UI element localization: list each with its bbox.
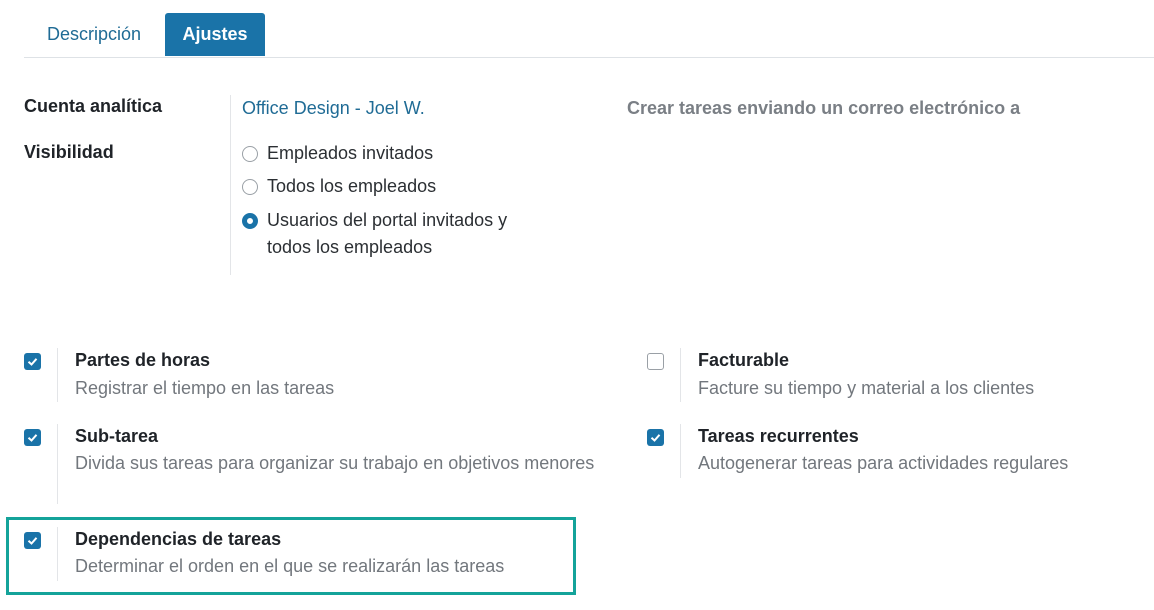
checkbox-partes-de-horas[interactable]	[24, 353, 41, 370]
feature-separator	[57, 424, 58, 504]
field-separator	[230, 95, 231, 275]
checkbox-sub-tarea[interactable]	[24, 429, 41, 446]
feature-title: Facturable	[698, 350, 790, 370]
check-icon	[27, 434, 38, 442]
feature-title: Partes de horas	[75, 350, 211, 370]
radio-label-line2: todos los empleados	[267, 237, 433, 257]
feature-separator	[57, 348, 58, 402]
radio-label: Empleados invitados	[267, 143, 434, 163]
radio-button[interactable]	[242, 179, 258, 195]
check-icon	[27, 537, 38, 545]
feature-title: Tareas recurrentes	[698, 426, 859, 446]
feature-description: Determinar el orden en el que se realiza…	[75, 556, 505, 576]
checkbox-tareas-recurrentes[interactable]	[647, 429, 664, 446]
radio-button[interactable]	[242, 146, 258, 162]
radio-label: Todos los empleados	[267, 176, 437, 196]
feature-description: Facture su tiempo y material a los clien…	[698, 378, 1035, 398]
feature-separator	[57, 527, 58, 581]
check-icon	[650, 434, 661, 442]
tab-ajustes[interactable]: Ajustes	[165, 13, 265, 56]
feature-description: Autogenerar tareas para actividades regu…	[698, 453, 1069, 473]
feature-title: Dependencias de tareas	[75, 529, 282, 549]
feature-title: Sub-tarea	[75, 426, 159, 446]
analytic-account-link[interactable]: Office Design - Joel W.	[242, 98, 425, 119]
check-icon	[27, 358, 38, 366]
checkbox-facturable[interactable]	[647, 353, 664, 370]
checkbox-dependencias-de-tareas[interactable]	[24, 532, 41, 549]
radio-label-line1: Usuarios del portal invitados y	[267, 210, 508, 230]
feature-description: Registrar el tiempo en las tareas	[75, 378, 335, 398]
tab-bar: Descripción Ajustes	[24, 13, 1154, 56]
tab-divider	[24, 57, 1154, 58]
feature-separator	[680, 424, 681, 478]
feature-separator	[680, 348, 681, 402]
email-alias-label: Crear tareas enviando un correo electrón…	[627, 98, 1021, 118]
radio-button-selected[interactable]	[242, 213, 258, 229]
tab-descripcion[interactable]: Descripción	[24, 13, 164, 56]
feature-description: Divida sus tareas para organizar su trab…	[75, 453, 595, 473]
visibility-label: Visibilidad	[24, 142, 114, 162]
analytic-account-label: Cuenta analítica	[24, 96, 163, 116]
